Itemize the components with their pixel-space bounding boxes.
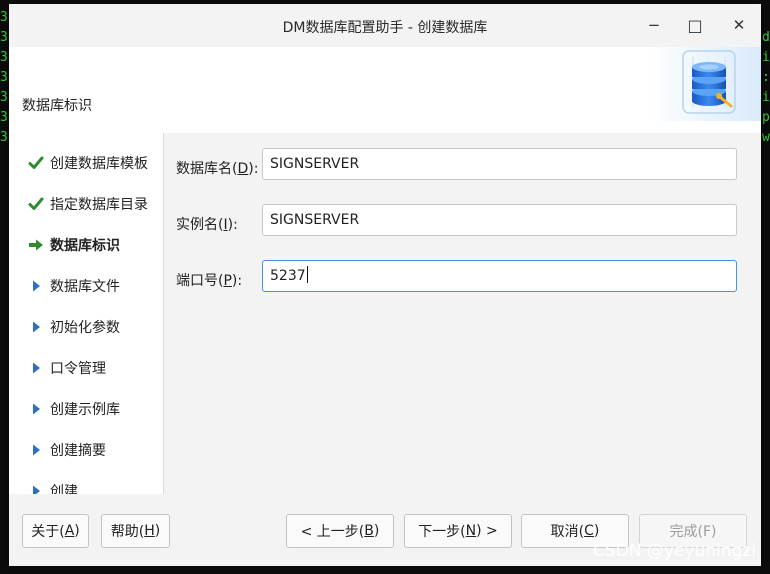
- terminal-line: 3: [0, 110, 8, 125]
- terminal-line: i: [762, 90, 770, 105]
- terminal-line: w: [762, 130, 770, 145]
- terminal-line: i: [762, 50, 770, 65]
- terminal-line: 3: [0, 30, 8, 45]
- page-header: 数据库标识: [9, 47, 761, 133]
- step-label: 指定数据库目录: [50, 197, 148, 213]
- wizard-body: 创建数据库模板 指定数据库目录 数据库标识数据库文件初始化参数口令管理创建示例库创建…: [9, 133, 761, 494]
- step-item: 指定数据库目录: [27, 193, 148, 215]
- terminal-line: ˍˍˍˍˍˍˍˍˍˍˍˍˍˍˍˍˍˍˍˍˍˍˍˍˍˍˍˍˍˍˍˍˍˍˍˍˍˍˍˍ…: [0, 566, 376, 574]
- help-button[interactable]: 帮助(H): [101, 514, 170, 548]
- step-item: 初始化参数: [27, 316, 120, 338]
- terminal-line: :: [762, 70, 770, 85]
- step-label: 初始化参数: [50, 320, 120, 336]
- terminal-line: 3: [0, 50, 8, 65]
- arrow-right-icon: [27, 236, 45, 254]
- db-name-input[interactable]: SIGNSERVER: [262, 148, 737, 180]
- identity-form: 数据库名(D): SIGNSERVER 实例名(I): SIGNSERVER 端…: [164, 133, 761, 494]
- terminal-line: 3: [0, 130, 8, 145]
- step-item: 创建数据库模板: [27, 152, 148, 174]
- port-input[interactable]: 5237: [262, 260, 737, 292]
- triangle-right-icon: [27, 482, 45, 494]
- port-label: 端口号(P):: [176, 273, 243, 289]
- step-item: 创建示例库: [27, 398, 120, 420]
- terminal-line: 3: [0, 10, 8, 25]
- step-label: 数据库文件: [50, 279, 120, 295]
- instance-name-input[interactable]: SIGNSERVER: [262, 204, 737, 236]
- triangle-right-icon: [27, 277, 45, 295]
- check-icon: [27, 195, 45, 213]
- triangle-right-icon: [27, 318, 45, 336]
- step-label: 创建: [50, 484, 78, 494]
- db-name-label: 数据库名(D):: [176, 161, 259, 177]
- step-item: 口令管理: [27, 357, 106, 379]
- step-label: 创建数据库模板: [50, 156, 148, 172]
- close-icon[interactable]: ✕: [725, 13, 753, 37]
- triangle-right-icon: [27, 359, 45, 377]
- step-item: 数据库标识: [27, 234, 120, 256]
- database-logo-icon: [649, 47, 761, 121]
- prev-step-button[interactable]: < 上一步(B): [286, 514, 394, 548]
- text-cursor: [306, 266, 308, 283]
- step-label: 口令管理: [50, 361, 106, 377]
- step-label: 数据库标识: [50, 238, 120, 254]
- maximize-icon[interactable]: □: [681, 13, 709, 37]
- step-label: 创建摘要: [50, 443, 106, 459]
- create-database-dialog: DM数据库配置助手 - 创建数据库 − □ ✕ 数据库标识 创建数据库模板 指定…: [9, 4, 761, 566]
- about-button[interactable]: 关于(A): [22, 514, 89, 548]
- step-item: 数据库文件: [27, 275, 120, 297]
- triangle-right-icon: [27, 400, 45, 418]
- terminal-line: d: [762, 30, 770, 45]
- terminal-line: 3: [0, 90, 8, 105]
- terminal-line: p: [762, 110, 770, 125]
- page-title: 数据库标识: [22, 98, 92, 114]
- step-sidebar: 创建数据库模板 指定数据库目录 数据库标识数据库文件初始化参数口令管理创建示例库创建…: [9, 133, 164, 494]
- title-bar[interactable]: DM数据库配置助手 - 创建数据库 − □ ✕: [9, 4, 761, 47]
- minimize-icon[interactable]: −: [640, 13, 668, 37]
- terminal-line: 3: [0, 70, 8, 85]
- instance-name-label: 实例名(I):: [176, 217, 238, 233]
- step-item: 创建: [27, 480, 78, 494]
- check-icon: [27, 154, 45, 172]
- next-step-button[interactable]: 下一步(N) >: [404, 514, 512, 548]
- step-label: 创建示例库: [50, 402, 120, 418]
- port-value: 5237: [270, 268, 306, 284]
- triangle-right-icon: [27, 441, 45, 459]
- step-item: 创建摘要: [27, 439, 106, 461]
- watermark: CSDN @yeyuningzi: [593, 541, 756, 561]
